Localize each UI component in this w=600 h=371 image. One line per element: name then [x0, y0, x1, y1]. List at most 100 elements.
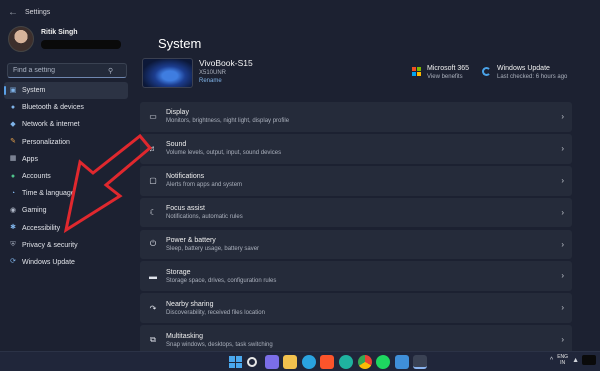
sidebar-item-network[interactable]: ◆ Network & internet: [4, 116, 128, 133]
title-bar: ← Settings: [0, 0, 600, 24]
sidebar-nav: ▣ System ● Bluetooth & devices ◆ Network…: [4, 82, 128, 271]
sidebar-item-accounts[interactable]: ● Accounts: [4, 168, 128, 185]
back-arrow-icon[interactable]: ←: [3, 7, 23, 18]
device-name: VivoBook-S15: [199, 58, 253, 68]
taskbar: ^ ENG IN ▲: [0, 351, 600, 371]
card-title: Focus assist: [166, 205, 205, 213]
device-wallpaper-thumbnail: [142, 58, 193, 88]
chevron-up-icon[interactable]: ^: [550, 357, 553, 364]
main-content: System VivoBook-S15 X510UNR Rename Micro…: [140, 24, 600, 356]
device-info: VivoBook-S15 X510UNR Rename: [142, 58, 253, 88]
brave-icon[interactable]: [320, 355, 335, 369]
rename-link[interactable]: Rename: [199, 78, 253, 84]
user-profile[interactable]: Ritik Singh: [8, 26, 121, 52]
windows-update-link[interactable]: Windows Update Last checked: 6 hours ago: [482, 65, 567, 80]
search-icon[interactable]: [246, 357, 257, 367]
sidebar-item-label: Accounts: [22, 173, 51, 181]
search-input[interactable]: [8, 67, 108, 74]
share-icon: ↷: [149, 303, 157, 313]
telegram-icon[interactable]: [301, 355, 316, 369]
chat-icon[interactable]: [264, 355, 279, 369]
photos-icon[interactable]: [394, 355, 409, 369]
card-nearby-sharing[interactable]: ↷ Nearby sharing Discoverability, receive…: [140, 293, 572, 324]
card-subtitle: Sleep, battery usage, battery saver: [166, 245, 260, 252]
chevron-right-icon: ›: [561, 175, 564, 185]
quick-title: Windows Update: [497, 65, 550, 72]
quick-title: Microsoft 365: [427, 65, 470, 72]
sidebar-item-label: System: [22, 87, 46, 95]
card-subtitle: Snap windows, desktops, task switching: [166, 341, 273, 348]
clock-redacted[interactable]: [582, 355, 596, 365]
sidebar-item-label: Network & internet: [22, 121, 80, 129]
card-title: Sound: [166, 141, 187, 149]
card-subtitle: Discoverability, received files location: [166, 309, 265, 316]
globe-clock-icon: ◔: [10, 189, 16, 197]
update-icon: ⟳: [10, 258, 16, 266]
monitor-icon: ▣: [9, 86, 17, 94]
card-subtitle: Notifications, automatic rules: [166, 214, 243, 221]
card-sound[interactable]: ♬ Sound Volume levels, output, input, sou…: [140, 133, 572, 164]
sidebar-item-label: Personalization: [22, 138, 70, 146]
card-storage[interactable]: ▬ Storage Storage space, drives, configur…: [140, 261, 572, 292]
device-model: X510UNR: [199, 70, 227, 76]
chevron-right-icon: ›: [561, 207, 564, 217]
chrome-icon[interactable]: [357, 355, 372, 369]
sidebar-item-apps[interactable]: ▦ Apps: [4, 151, 128, 168]
settings-icon[interactable]: [413, 355, 428, 369]
file-explorer-icon[interactable]: [283, 355, 298, 369]
microsoft-365-link[interactable]: Microsoft 365 View benefits: [412, 65, 469, 80]
wifi-icon: ◆: [10, 120, 16, 128]
quick-subtitle: View benefits: [427, 74, 463, 80]
edge-icon[interactable]: [338, 355, 353, 369]
chevron-right-icon: ›: [561, 303, 564, 313]
chevron-right-icon: ›: [561, 271, 564, 281]
apps-icon: ▦: [9, 155, 17, 163]
moon-icon: ☾: [149, 208, 157, 218]
sidebar-item-privacy[interactable]: ⛨ Privacy & security: [4, 237, 128, 254]
spotify-icon[interactable]: [376, 355, 391, 369]
sidebar: Ritik Singh ⚲ ▣ System ● Bluetooth & dev…: [0, 24, 132, 346]
shield-icon: ⛨: [10, 241, 16, 249]
chevron-right-icon: ›: [561, 143, 564, 153]
search-box[interactable]: ⚲: [7, 63, 127, 78]
card-title: Nearby sharing: [166, 300, 214, 308]
wifi-icon[interactable]: ▲: [572, 357, 579, 364]
card-display[interactable]: ▭ Display Monitors, brightness, night lig…: [140, 102, 572, 132]
card-title: Power & battery: [166, 236, 216, 244]
sidebar-item-time-language[interactable]: ◔ Time & language: [4, 185, 128, 202]
card-power-battery[interactable]: ⏻ Power & battery Sleep, battery usage, b…: [140, 229, 572, 260]
card-subtitle: Alerts from apps and system: [166, 182, 243, 189]
sidebar-item-label: Gaming: [22, 207, 47, 215]
sidebar-item-accessibility[interactable]: ✱ Accessibility: [4, 220, 128, 237]
display-icon: ▭: [149, 112, 157, 122]
sidebar-item-personalization[interactable]: ✎ Personalization: [4, 134, 128, 151]
sidebar-item-windows-update[interactable]: ⟳ Windows Update: [4, 254, 128, 271]
search-icon[interactable]: ⚲: [108, 67, 113, 75]
sidebar-item-label: Bluetooth & devices: [22, 104, 84, 112]
sidebar-item-bluetooth[interactable]: ● Bluetooth & devices: [4, 99, 128, 116]
language-indicator[interactable]: ENG IN: [557, 354, 568, 366]
windows-start-icon[interactable]: [228, 355, 242, 369]
sidebar-item-label: Windows Update: [22, 258, 75, 266]
card-title: Multitasking: [166, 332, 203, 340]
avatar: [8, 26, 34, 52]
sidebar-item-gaming[interactable]: ◉ Gaming: [4, 202, 128, 219]
language-region: IN: [560, 360, 566, 366]
sidebar-item-system[interactable]: ▣ System: [4, 82, 128, 100]
chevron-right-icon: ›: [561, 335, 564, 345]
settings-list: ▭ Display Monitors, brightness, night lig…: [140, 102, 572, 357]
accessibility-icon: ✱: [10, 224, 16, 232]
card-subtitle: Volume levels, output, input, sound devi…: [166, 150, 282, 157]
system-tray: ^ ENG IN ▲: [550, 354, 596, 366]
notification-icon: ▢: [149, 176, 157, 186]
user-name: Ritik Singh: [41, 29, 78, 36]
card-focus-assist[interactable]: ☾ Focus assist Notifications, automatic r…: [140, 197, 572, 228]
card-title: Notifications: [166, 173, 205, 181]
email-redacted: [41, 40, 121, 49]
sidebar-item-label: Time & language: [22, 190, 75, 198]
window-title: Settings: [25, 8, 51, 16]
card-notifications[interactable]: ▢ Notifications Alerts from apps and syst…: [140, 165, 572, 196]
windows-update-icon: [482, 67, 491, 76]
gamepad-icon: ◉: [9, 206, 17, 214]
chevron-right-icon: ›: [561, 112, 564, 121]
